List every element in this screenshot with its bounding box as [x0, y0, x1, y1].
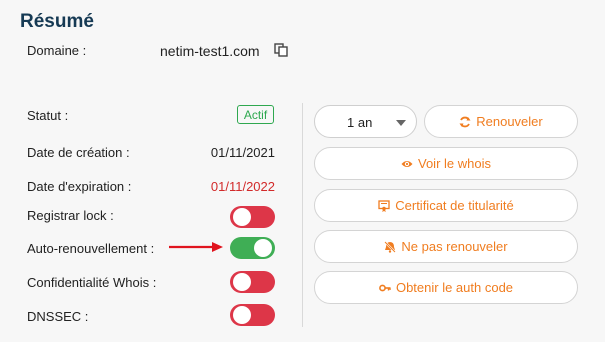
registrar-lock-label: Registrar lock :: [27, 208, 114, 223]
do-not-renew-button[interactable]: Ne pas renouveler: [314, 230, 578, 263]
creation-date-value: 01/11/2021: [210, 145, 275, 160]
arrow-right-icon: [169, 242, 223, 252]
eye-icon: [401, 160, 413, 167]
dnssec-toggle[interactable]: [230, 304, 275, 326]
bell-slash-icon: [384, 240, 397, 253]
renew-button-label: Renouveler: [476, 114, 543, 129]
whois-privacy-label: Confidentialité Whois :: [27, 275, 157, 290]
toggle-knob: [254, 239, 272, 257]
status-label: Statut :: [27, 108, 69, 123]
do-not-renew-button-label: Ne pas renouveler: [401, 239, 508, 254]
refresh-icon: [459, 116, 471, 127]
registrar-lock-toggle[interactable]: [230, 206, 275, 228]
certificate-button-label: Certificat de titularité: [395, 198, 514, 213]
renew-button[interactable]: Renouveler: [424, 105, 578, 138]
toggle-knob: [233, 306, 251, 324]
whois-privacy-toggle[interactable]: [230, 271, 275, 293]
certificate-icon: [378, 199, 390, 212]
status-badge: Actif: [237, 105, 274, 124]
domain-value: netim-test1.com: [160, 43, 260, 59]
expiration-date-value: 01/11/2022: [210, 179, 275, 194]
key-icon: [379, 284, 391, 291]
copy-icon[interactable]: [274, 43, 288, 57]
dnssec-label: DNSSEC :: [27, 309, 89, 324]
auto-renew-label: Auto-renouvellement :: [27, 241, 155, 256]
page-title: Résumé: [20, 11, 94, 32]
duration-select[interactable]: 1 an: [314, 105, 417, 138]
chevron-down-icon: [396, 120, 406, 126]
domain-label: Domaine :: [27, 43, 87, 58]
auto-renew-toggle[interactable]: [230, 237, 275, 259]
column-divider: [302, 103, 303, 327]
view-whois-button-label: Voir le whois: [418, 156, 491, 171]
auth-code-button[interactable]: Obtenir le auth code: [314, 271, 578, 304]
view-whois-button[interactable]: Voir le whois: [314, 147, 578, 180]
duration-select-value: 1 an: [347, 115, 373, 130]
expiration-date-label: Date d'expiration :: [27, 179, 132, 194]
summary-card: Résumé Domaine : netim-test1.com Statut …: [0, 0, 605, 342]
creation-date-label: Date de création :: [27, 145, 130, 160]
certificate-button[interactable]: Certificat de titularité: [314, 189, 578, 222]
toggle-knob: [233, 208, 251, 226]
auth-code-button-label: Obtenir le auth code: [395, 280, 514, 295]
toggle-knob: [233, 273, 251, 291]
